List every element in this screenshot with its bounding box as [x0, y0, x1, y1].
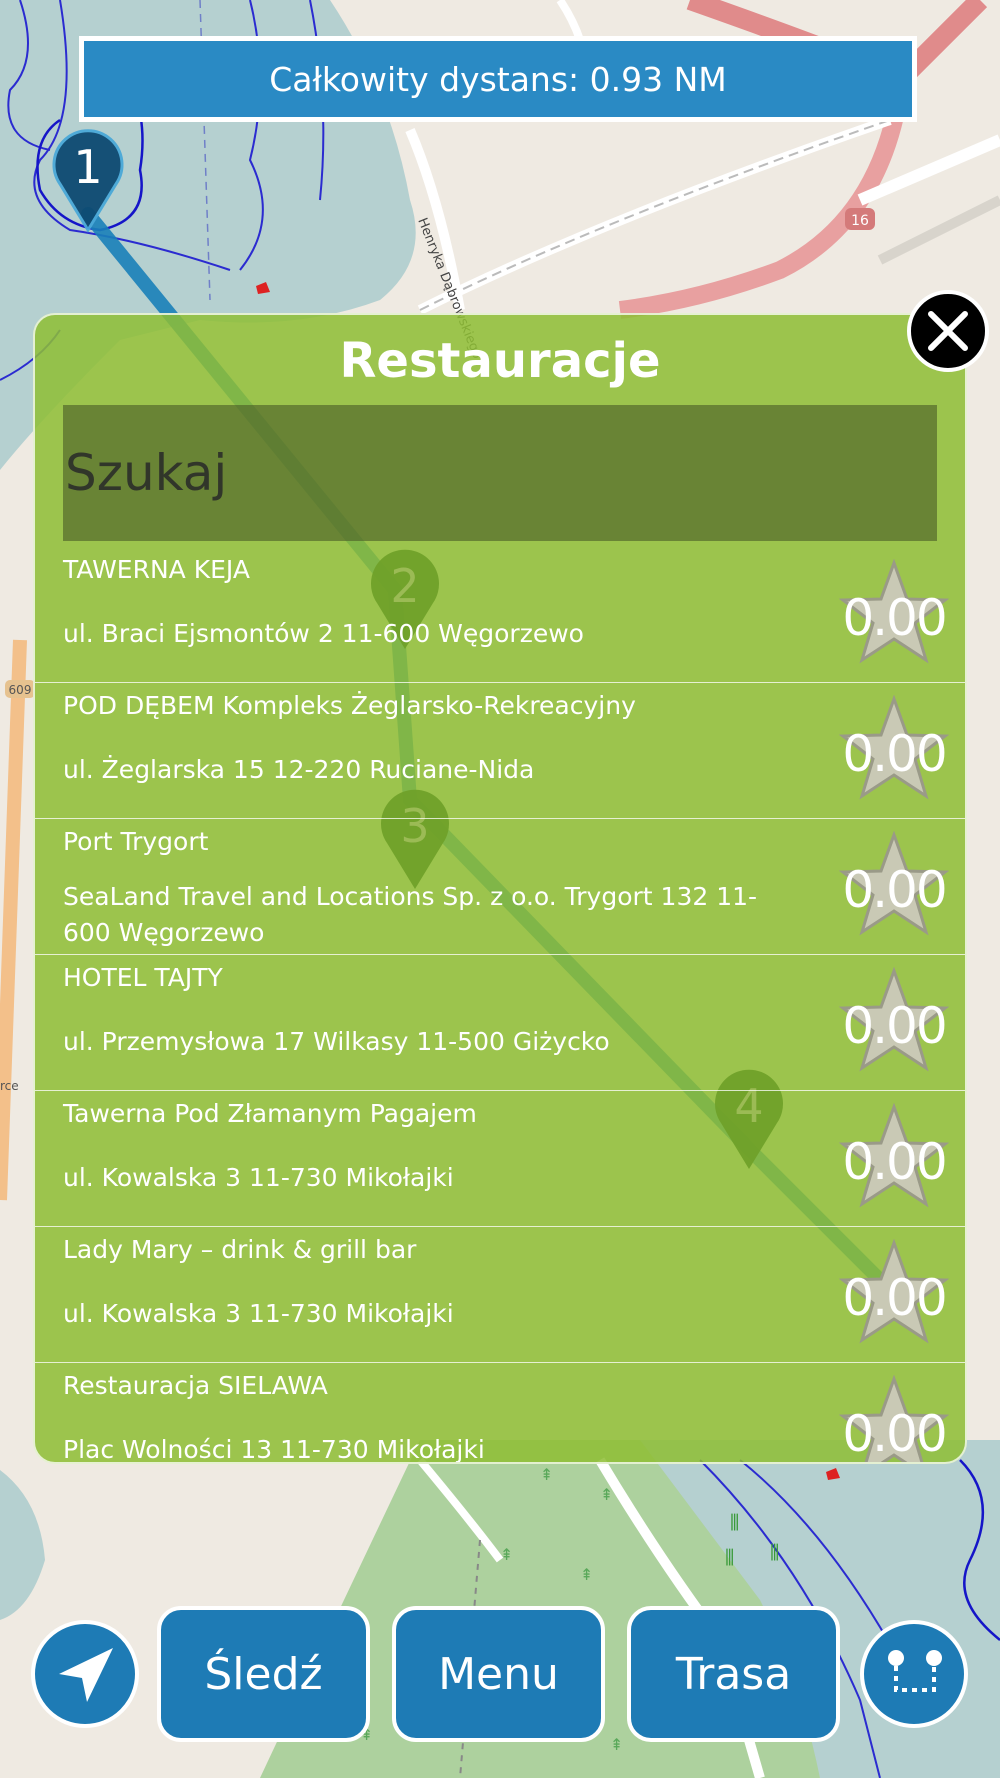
panel-title: Restauracje: [339, 333, 661, 389]
route-points-icon: [888, 1650, 942, 1692]
left-road-number-label: 609: [9, 683, 32, 697]
rating-value: 0.00: [842, 589, 947, 647]
road-number-label: 16: [851, 213, 869, 229]
route-button-label: Trasa: [675, 1648, 792, 1700]
rating-star: 0.00: [839, 1375, 949, 1462]
list-item[interactable]: Lady Mary – drink & grill bar ul. Kowals…: [35, 1227, 965, 1363]
left-map-fragment-label: rce: [0, 1079, 19, 1093]
list-item[interactable]: Tawerna Pod Złamanym Pagajem ul. Kowalsk…: [35, 1091, 965, 1227]
svg-text:⇞: ⇞: [500, 1545, 513, 1564]
restaurant-name: Tawerna Pod Złamanym Pagajem: [63, 1099, 477, 1128]
restaurant-name: TAWERNA KEJA: [63, 555, 250, 584]
rating-star: 0.00: [839, 1239, 949, 1349]
restaurant-address: ul. Kowalska 3 11-730 Mikołajki: [63, 1163, 454, 1192]
navigation-arrow-icon: [59, 1648, 113, 1702]
total-distance-banner: Całkowity dystans: 0.93 NM: [79, 36, 917, 122]
restaurant-name: Port Trygort: [63, 827, 209, 856]
restaurant-name: HOTEL TAJTY: [63, 963, 223, 992]
waypoint-pin-1[interactable]: 1: [48, 126, 128, 236]
restaurant-address: ul. Żeglarska 15 12-220 Ruciane-Nida: [63, 755, 535, 784]
close-icon: [928, 311, 968, 351]
rating-star: 0.00: [839, 967, 949, 1077]
menu-button[interactable]: Menu: [392, 1606, 605, 1742]
rating-star: 0.00: [839, 559, 949, 669]
list-item[interactable]: TAWERNA KEJA ul. Braci Ejsmontów 2 11-60…: [35, 547, 965, 683]
svg-text:⇞: ⇞: [580, 1565, 593, 1584]
svg-text:⇞: ⇞: [610, 1735, 623, 1754]
restaurant-address: Plac Wolności 13 11-730 Mikołajki: [63, 1435, 485, 1464]
rating-value: 0.00: [842, 1133, 947, 1191]
rating-value: 0.00: [842, 725, 947, 783]
list-item[interactable]: POD DĘBEM Kompleks Żeglarsko-Rekreacyjny…: [35, 683, 965, 819]
rating-value: 0.00: [842, 997, 947, 1055]
list-item[interactable]: HOTEL TAJTY ul. Przemysłowa 17 Wilkasy 1…: [35, 955, 965, 1091]
track-button-label: Śledź: [204, 1648, 323, 1700]
restaurant-address: ul. Przemysłowa 17 Wilkasy 11-500 Giżyck…: [63, 1027, 610, 1056]
route-points-button[interactable]: [860, 1620, 968, 1728]
svg-text:⫴: ⫴: [725, 1546, 734, 1571]
restaurant-address: SeaLand Travel and Locations Sp. z o.o. …: [63, 882, 758, 947]
total-distance-text: Całkowity dystans: 0.93 NM: [269, 59, 727, 99]
list-item[interactable]: Port Trygort SeaLand Travel and Location…: [35, 819, 965, 955]
rating-value: 0.00: [842, 1269, 947, 1327]
rating-value: 0.00: [842, 861, 947, 919]
restaurant-name: Lady Mary – drink & grill bar: [63, 1235, 417, 1264]
close-button[interactable]: [907, 290, 989, 372]
locate-button[interactable]: [31, 1620, 139, 1728]
waypoint-number: 1: [73, 140, 103, 194]
restaurants-panel: 2 3 4 Restauracje TAWERNA KEJA ul. Braci…: [33, 313, 967, 1464]
rating-star: 0.00: [839, 1103, 949, 1213]
restaurant-name: POD DĘBEM Kompleks Żeglarsko-Rekreacyjny: [63, 691, 636, 720]
restaurant-name: Restauracja SIELAWA: [63, 1371, 328, 1400]
restaurant-list: TAWERNA KEJA ul. Braci Ejsmontów 2 11-60…: [35, 547, 965, 1464]
rating-star: 0.00: [839, 695, 949, 805]
rating-value: 0.00: [842, 1405, 947, 1463]
route-button[interactable]: Trasa: [627, 1606, 840, 1742]
track-button[interactable]: Śledź: [157, 1606, 370, 1742]
rating-star: 0.00: [839, 831, 949, 941]
search-input[interactable]: [63, 405, 937, 541]
list-item[interactable]: Restauracja SIELAWA Plac Wolności 13 11-…: [35, 1363, 965, 1464]
restaurant-address: ul. Kowalska 3 11-730 Mikołajki: [63, 1299, 454, 1328]
svg-text:⫴: ⫴: [770, 1541, 779, 1566]
svg-text:⇞: ⇞: [540, 1465, 553, 1484]
restaurant-address: ul. Braci Ejsmontów 2 11-600 Węgorzewo: [63, 619, 584, 648]
menu-button-label: Menu: [438, 1648, 559, 1700]
svg-text:⫴: ⫴: [730, 1511, 739, 1536]
svg-text:⇞: ⇞: [600, 1485, 613, 1504]
